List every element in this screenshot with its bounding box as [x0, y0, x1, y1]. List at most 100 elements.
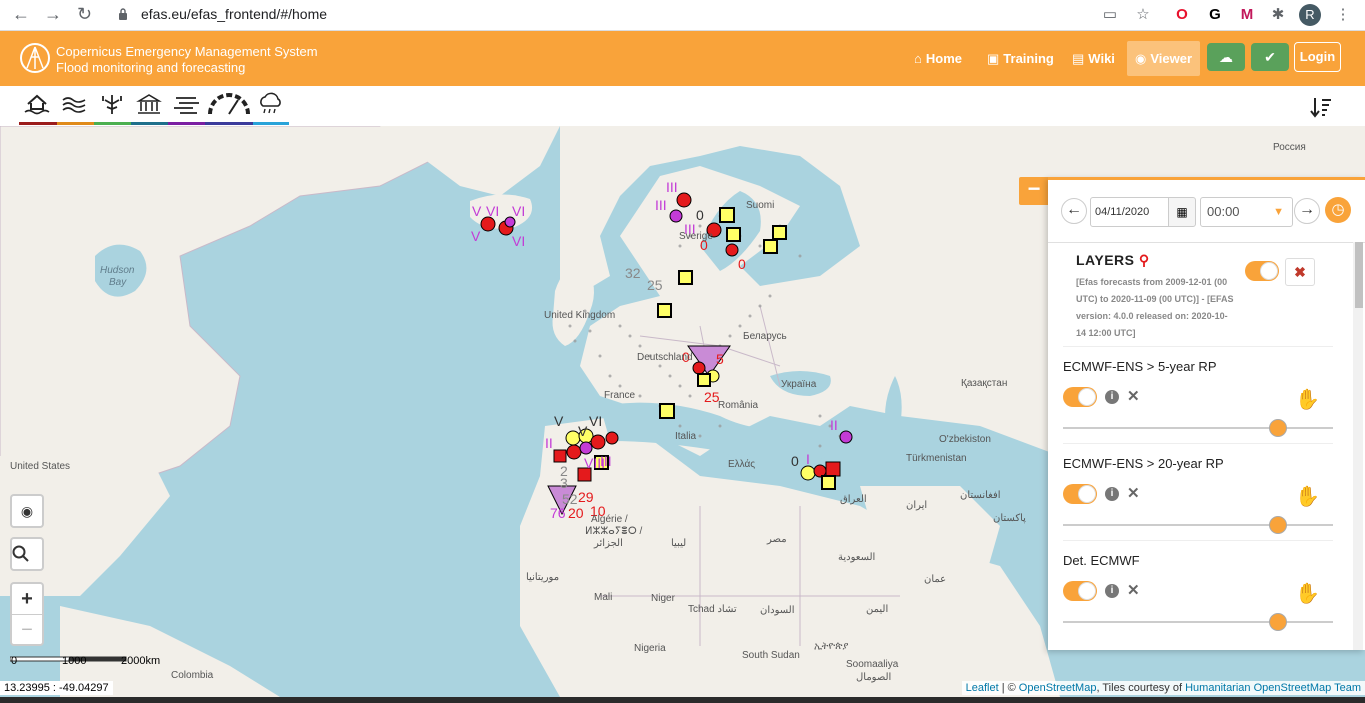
layers-master-toggle[interactable]	[1245, 261, 1279, 281]
label-algerie-1: Algérie /	[591, 514, 628, 525]
extension-m-icon[interactable]: M	[1236, 4, 1258, 26]
time-select[interactable]: 00:00 ▼	[1200, 197, 1293, 227]
lock-icon	[119, 8, 127, 20]
cast-icon[interactable]: ▭	[1099, 4, 1121, 26]
osm-link[interactable]: OpenStreetMap	[1019, 682, 1097, 694]
date-input[interactable]: 04/11/2020	[1090, 197, 1172, 227]
remove-layer-icon[interactable]: ✕	[1127, 387, 1140, 405]
latest-time-button[interactable]: ◷	[1325, 197, 1351, 223]
tree-icon[interactable]	[97, 92, 127, 116]
profile-avatar[interactable]: R	[1299, 4, 1321, 26]
rain-tool-indicator	[253, 122, 289, 125]
hot-link[interactable]: Humanitarian OpenStreetMap Team	[1185, 682, 1361, 694]
opacity-slider-handle[interactable]	[1269, 419, 1287, 437]
layer-toggle[interactable]	[1063, 387, 1097, 407]
zoom-control: + −	[10, 582, 44, 646]
drag-hand-icon[interactable]: ✋	[1295, 387, 1320, 412]
remove-layer-icon[interactable]: ✕	[1127, 581, 1140, 599]
label-egypt: مصر	[767, 534, 787, 545]
label-kazakhstan: Қазақстан	[961, 378, 1008, 389]
search-map-button[interactable]	[10, 537, 44, 571]
info-icon[interactable]: i	[1105, 390, 1119, 404]
layer-toggle[interactable]	[1063, 581, 1097, 601]
check-button[interactable]: ✔	[1251, 43, 1289, 71]
svg-text:V: V	[578, 423, 588, 439]
opera-extension-icon[interactable]: O	[1171, 4, 1193, 26]
layer-category-toolbar	[0, 86, 1365, 126]
arrow-left-icon: ←	[1066, 201, 1082, 218]
label-iran: ایران	[906, 500, 928, 511]
cloud-button[interactable]: ☁	[1207, 43, 1245, 71]
close-icon: ✖	[1294, 264, 1306, 280]
calendar-button[interactable]: ▦	[1168, 197, 1196, 227]
river-waves-icon[interactable]	[60, 92, 90, 116]
layer-toggle[interactable]	[1063, 484, 1097, 504]
back-icon[interactable]: ←	[12, 4, 30, 25]
close-layers-button[interactable]: ✖	[1285, 258, 1315, 286]
layers-description: [Efas forecasts from 2009-12-01 (00 UTC)…	[1076, 277, 1234, 338]
rain-cloud-icon[interactable]	[256, 92, 286, 116]
map-attribution: Leaflet | © OpenStreetMap, Tiles courtes…	[961, 681, 1365, 695]
gauge-icon[interactable]	[206, 92, 252, 116]
opacity-slider-handle[interactable]	[1269, 613, 1287, 631]
prev-date-button[interactable]: ←	[1061, 198, 1087, 224]
nav-home[interactable]: ⌂ Home	[914, 51, 962, 66]
zoom-in-button[interactable]: +	[12, 584, 42, 615]
collapse-panel-button[interactable]: −	[1019, 177, 1049, 205]
panel-scrollbar[interactable]	[1353, 242, 1363, 650]
nav-wiki[interactable]: ▤ Wiki	[1072, 51, 1115, 67]
cursor-coordinates: 13.23995 : -49.04297	[0, 681, 113, 695]
flood-house-icon[interactable]	[22, 92, 52, 116]
label-somalia-1: Soomaaliya	[846, 659, 899, 670]
remove-layer-icon[interactable]: ✕	[1127, 484, 1140, 502]
reload-icon[interactable]: ↻	[77, 4, 92, 25]
login-button[interactable]: Login	[1294, 42, 1341, 72]
wiki-icon: ▤	[1072, 51, 1085, 66]
building-icon[interactable]	[134, 92, 164, 116]
attrib-sep: | ©	[998, 682, 1019, 694]
zoom-out-button[interactable]: −	[12, 615, 42, 644]
menu-dots-icon[interactable]: ⋮	[1332, 4, 1354, 26]
toggle-knob	[1078, 582, 1096, 600]
app-title: Copernicus Emergency Management System F…	[56, 44, 318, 76]
label-sudan: السودان	[760, 605, 795, 616]
nav-viewer[interactable]: ◉ Viewer	[1135, 51, 1192, 67]
drag-hand-icon[interactable]: ✋	[1295, 581, 1320, 606]
svg-text:VI: VI	[486, 203, 499, 219]
nav-training[interactable]: ▣ Training	[987, 51, 1054, 67]
address-bar[interactable]: efas.eu/efas_frontend/#/home	[141, 6, 327, 22]
layers-lines-icon[interactable]	[171, 92, 201, 116]
extension-g-icon[interactable]: G	[1204, 4, 1226, 26]
opacity-slider[interactable]	[1063, 524, 1333, 526]
info-icon[interactable]: i	[1105, 487, 1119, 501]
locate-globe-button[interactable]: ◉	[10, 494, 44, 528]
opacity-slider[interactable]	[1063, 621, 1333, 623]
efas-logo-icon[interactable]	[19, 42, 51, 74]
nav-home-label: Home	[925, 51, 962, 66]
browser-bar: ← → ↻ efas.eu/efas_frontend/#/home ▭ ☆ O…	[0, 0, 1365, 31]
svg-text:VI: VI	[512, 233, 525, 249]
next-date-button[interactable]: →	[1294, 198, 1320, 224]
app-title-line2: Flood monitoring and forecasting	[56, 60, 246, 75]
sort-icon[interactable]	[1310, 96, 1332, 118]
layers-tool-indicator	[168, 122, 205, 125]
scrollbar-thumb[interactable]	[1355, 242, 1363, 308]
info-icon[interactable]: i	[1105, 584, 1119, 598]
leaflet-link[interactable]: Leaflet	[966, 682, 999, 694]
label-deutschland: Deutschland	[637, 352, 693, 363]
opacity-slider[interactable]	[1063, 427, 1333, 429]
opacity-slider-handle[interactable]	[1269, 516, 1287, 534]
layer-name: Det. ECMWF	[1063, 553, 1140, 568]
svg-text:VI: VI	[512, 203, 525, 219]
svg-text:5: 5	[716, 351, 724, 367]
svg-text:II: II	[830, 417, 838, 433]
extensions-puzzle-icon[interactable]: ✱	[1267, 4, 1289, 26]
bookmark-star-icon[interactable]: ☆	[1132, 4, 1154, 26]
svg-text:0: 0	[738, 256, 746, 272]
app-title-line1: Copernicus Emergency Management System	[56, 44, 318, 59]
forward-icon[interactable]: →	[44, 4, 62, 25]
layers-title-text: LAYERS	[1076, 252, 1135, 268]
drag-hand-icon[interactable]: ✋	[1295, 484, 1320, 509]
label-niger: Niger	[651, 593, 675, 604]
label-belarus: Беларусь	[743, 331, 787, 342]
